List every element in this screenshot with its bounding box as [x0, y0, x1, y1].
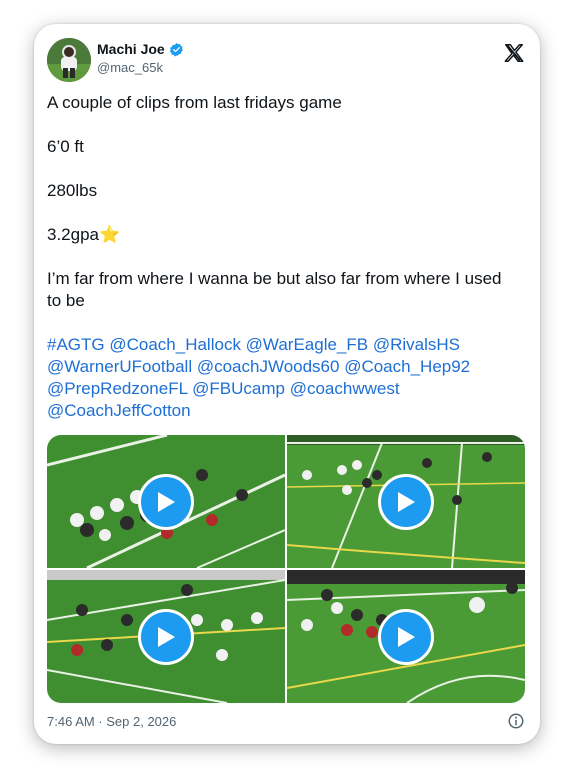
star-emoji-icon: ⭐ — [99, 225, 121, 244]
play-button-icon[interactable] — [378, 473, 434, 530]
tweet-line: 280lbs — [47, 181, 98, 200]
tweet-line: 3.2gpa⭐ — [47, 224, 517, 246]
tweet-line: I’m far from where I wanna be but also f… — [47, 269, 502, 310]
info-icon[interactable] — [507, 712, 525, 730]
tweet-line: A couple of clips from last fridays game — [47, 93, 342, 112]
gpa-text: 3.2gpa — [47, 225, 99, 244]
media-grid — [47, 435, 525, 703]
tweet-header: Machi Joe @mac_65k — [47, 38, 527, 82]
verified-badge-icon — [169, 42, 184, 57]
video-thumbnail[interactable] — [47, 435, 285, 568]
play-button-icon[interactable] — [138, 608, 194, 665]
tweet-card: Machi Joe @mac_65k A couple of clips fro… — [34, 24, 540, 744]
avatar[interactable] — [47, 38, 91, 82]
x-logo-icon[interactable] — [503, 42, 525, 64]
video-thumbnail[interactable] — [287, 435, 525, 568]
video-thumbnail[interactable] — [287, 570, 525, 703]
author-name-row: Machi Joe — [97, 41, 184, 57]
author-name[interactable]: Machi Joe — [97, 41, 165, 57]
hashtag-mentions[interactable]: #AGTG @Coach_Hallock @WarEagle_FB @Rival… — [47, 334, 517, 422]
author-handle[interactable]: @mac_65k — [97, 60, 163, 75]
play-button-icon[interactable] — [378, 608, 434, 665]
tweet-footer: 7:46 AM · Sep 2, 2026 — [47, 712, 527, 732]
play-button-icon[interactable] — [138, 473, 194, 530]
video-thumbnail[interactable] — [47, 570, 285, 703]
tweet-text: A couple of clips from last fridays game… — [47, 92, 517, 422]
timestamp[interactable]: 7:46 AM · Sep 2, 2026 — [47, 714, 176, 729]
tweet-line: 6’0 ft — [47, 137, 84, 156]
